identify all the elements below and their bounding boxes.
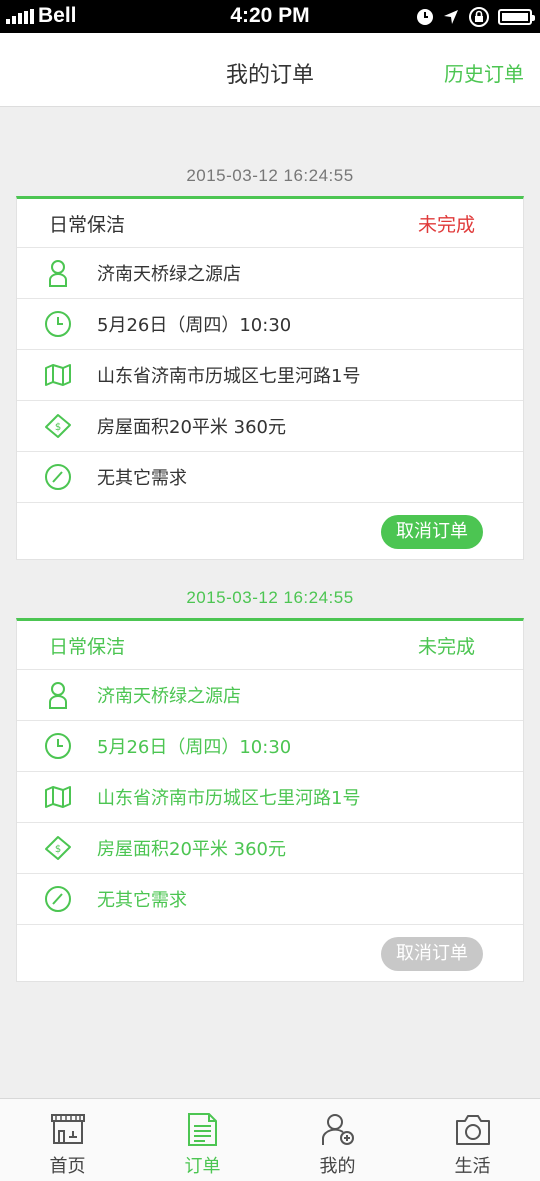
address-row: 山东省济南市历城区七里河路1号 <box>17 772 523 823</box>
camera-icon <box>455 1115 490 1145</box>
store-name: 济南天桥绿之源店 <box>97 686 241 707</box>
status-bar: Bell 4:20 PM <box>0 0 540 33</box>
time-row: 5月26日（周四）10:30 <box>17 299 523 350</box>
svg-text:$: $ <box>55 844 61 855</box>
address-row: 山东省济南市历城区七里河路1号 <box>17 350 523 401</box>
tab-mine-label: 我的 <box>319 1156 356 1177</box>
order-card[interactable]: 日常保洁 未完成 济南天桥绿之源店 5月26日（周四）10:30 山东省济南市历… <box>16 196 524 560</box>
shop-icon <box>50 1114 85 1144</box>
clock-icon <box>43 731 73 761</box>
price-row: $ 房屋面积20平米 360元 <box>17 401 523 452</box>
order-card[interactable]: 日常保洁 未完成 济南天桥绿之源店 5月26日（周四）10:30 山东省济南市历… <box>16 618 524 982</box>
clock-icon <box>417 9 433 25</box>
order-actions: 取消订单 <box>17 503 523 561</box>
tab-life-label: 生活 <box>454 1156 491 1177</box>
history-orders-link[interactable]: 历史订单 <box>444 58 524 87</box>
store-row: 济南天桥绿之源店 <box>17 248 523 299</box>
order-note: 无其它需求 <box>97 890 187 911</box>
area-price: 房屋面积20平米 360元 <box>97 417 286 438</box>
money-icon: $ <box>43 833 73 863</box>
order-note: 无其它需求 <box>97 468 187 489</box>
tab-life[interactable]: 生活 <box>405 1099 540 1181</box>
store-name: 济南天桥绿之源店 <box>97 264 241 285</box>
money-icon: $ <box>43 411 73 441</box>
tab-orders-label: 订单 <box>184 1156 221 1177</box>
map-icon <box>43 782 73 812</box>
user-add-icon <box>321 1114 354 1145</box>
order-status: 未完成 <box>417 635 475 658</box>
service-address: 山东省济南市历城区七里河路1号 <box>97 788 361 809</box>
service-time: 5月26日（周四）10:30 <box>97 737 292 758</box>
person-icon <box>43 258 73 288</box>
cancel-order-button[interactable]: 取消订单 <box>381 937 483 971</box>
location-icon <box>444 10 458 24</box>
note-row: 无其它需求 <box>17 874 523 925</box>
tab-mine[interactable]: 我的 <box>270 1099 405 1181</box>
person-icon <box>43 680 73 710</box>
tab-orders[interactable]: 订单 <box>135 1099 270 1181</box>
edit-icon <box>43 884 73 914</box>
service-type: 日常保洁 <box>49 213 126 236</box>
order-actions: 取消订单 <box>17 925 523 983</box>
order-header: 日常保洁 未完成 <box>17 199 523 248</box>
document-icon <box>187 1113 217 1146</box>
tab-home[interactable]: 首页 <box>0 1099 135 1181</box>
service-address: 山东省济南市历城区七里河路1号 <box>97 366 361 387</box>
area-price: 房屋面积20平米 360元 <box>97 839 286 860</box>
service-type: 日常保洁 <box>49 635 126 658</box>
tab-home-label: 首页 <box>49 1156 86 1177</box>
tab-bar: 首页 订单 我的 生活 <box>0 1098 540 1181</box>
svg-text:$: $ <box>55 422 61 433</box>
map-icon <box>43 360 73 390</box>
rotation-lock-icon <box>469 7 489 27</box>
battery-icon <box>498 9 535 25</box>
order-date: 2015-03-12 16:24:55 <box>186 166 354 185</box>
time-row: 5月26日（周四）10:30 <box>17 721 523 772</box>
nav-bar: 我的订单 历史订单 <box>0 33 540 107</box>
order-status: 未完成 <box>417 213 475 236</box>
price-row: $ 房屋面积20平米 360元 <box>17 823 523 874</box>
order-header: 日常保洁 未完成 <box>17 621 523 670</box>
cancel-order-button[interactable]: 取消订单 <box>381 515 483 549</box>
service-time: 5月26日（周四）10:30 <box>97 315 292 336</box>
clock-icon <box>43 309 73 339</box>
note-row: 无其它需求 <box>17 452 523 503</box>
store-row: 济南天桥绿之源店 <box>17 670 523 721</box>
order-date: 2015-03-12 16:24:55 <box>186 588 354 607</box>
edit-icon <box>43 462 73 492</box>
